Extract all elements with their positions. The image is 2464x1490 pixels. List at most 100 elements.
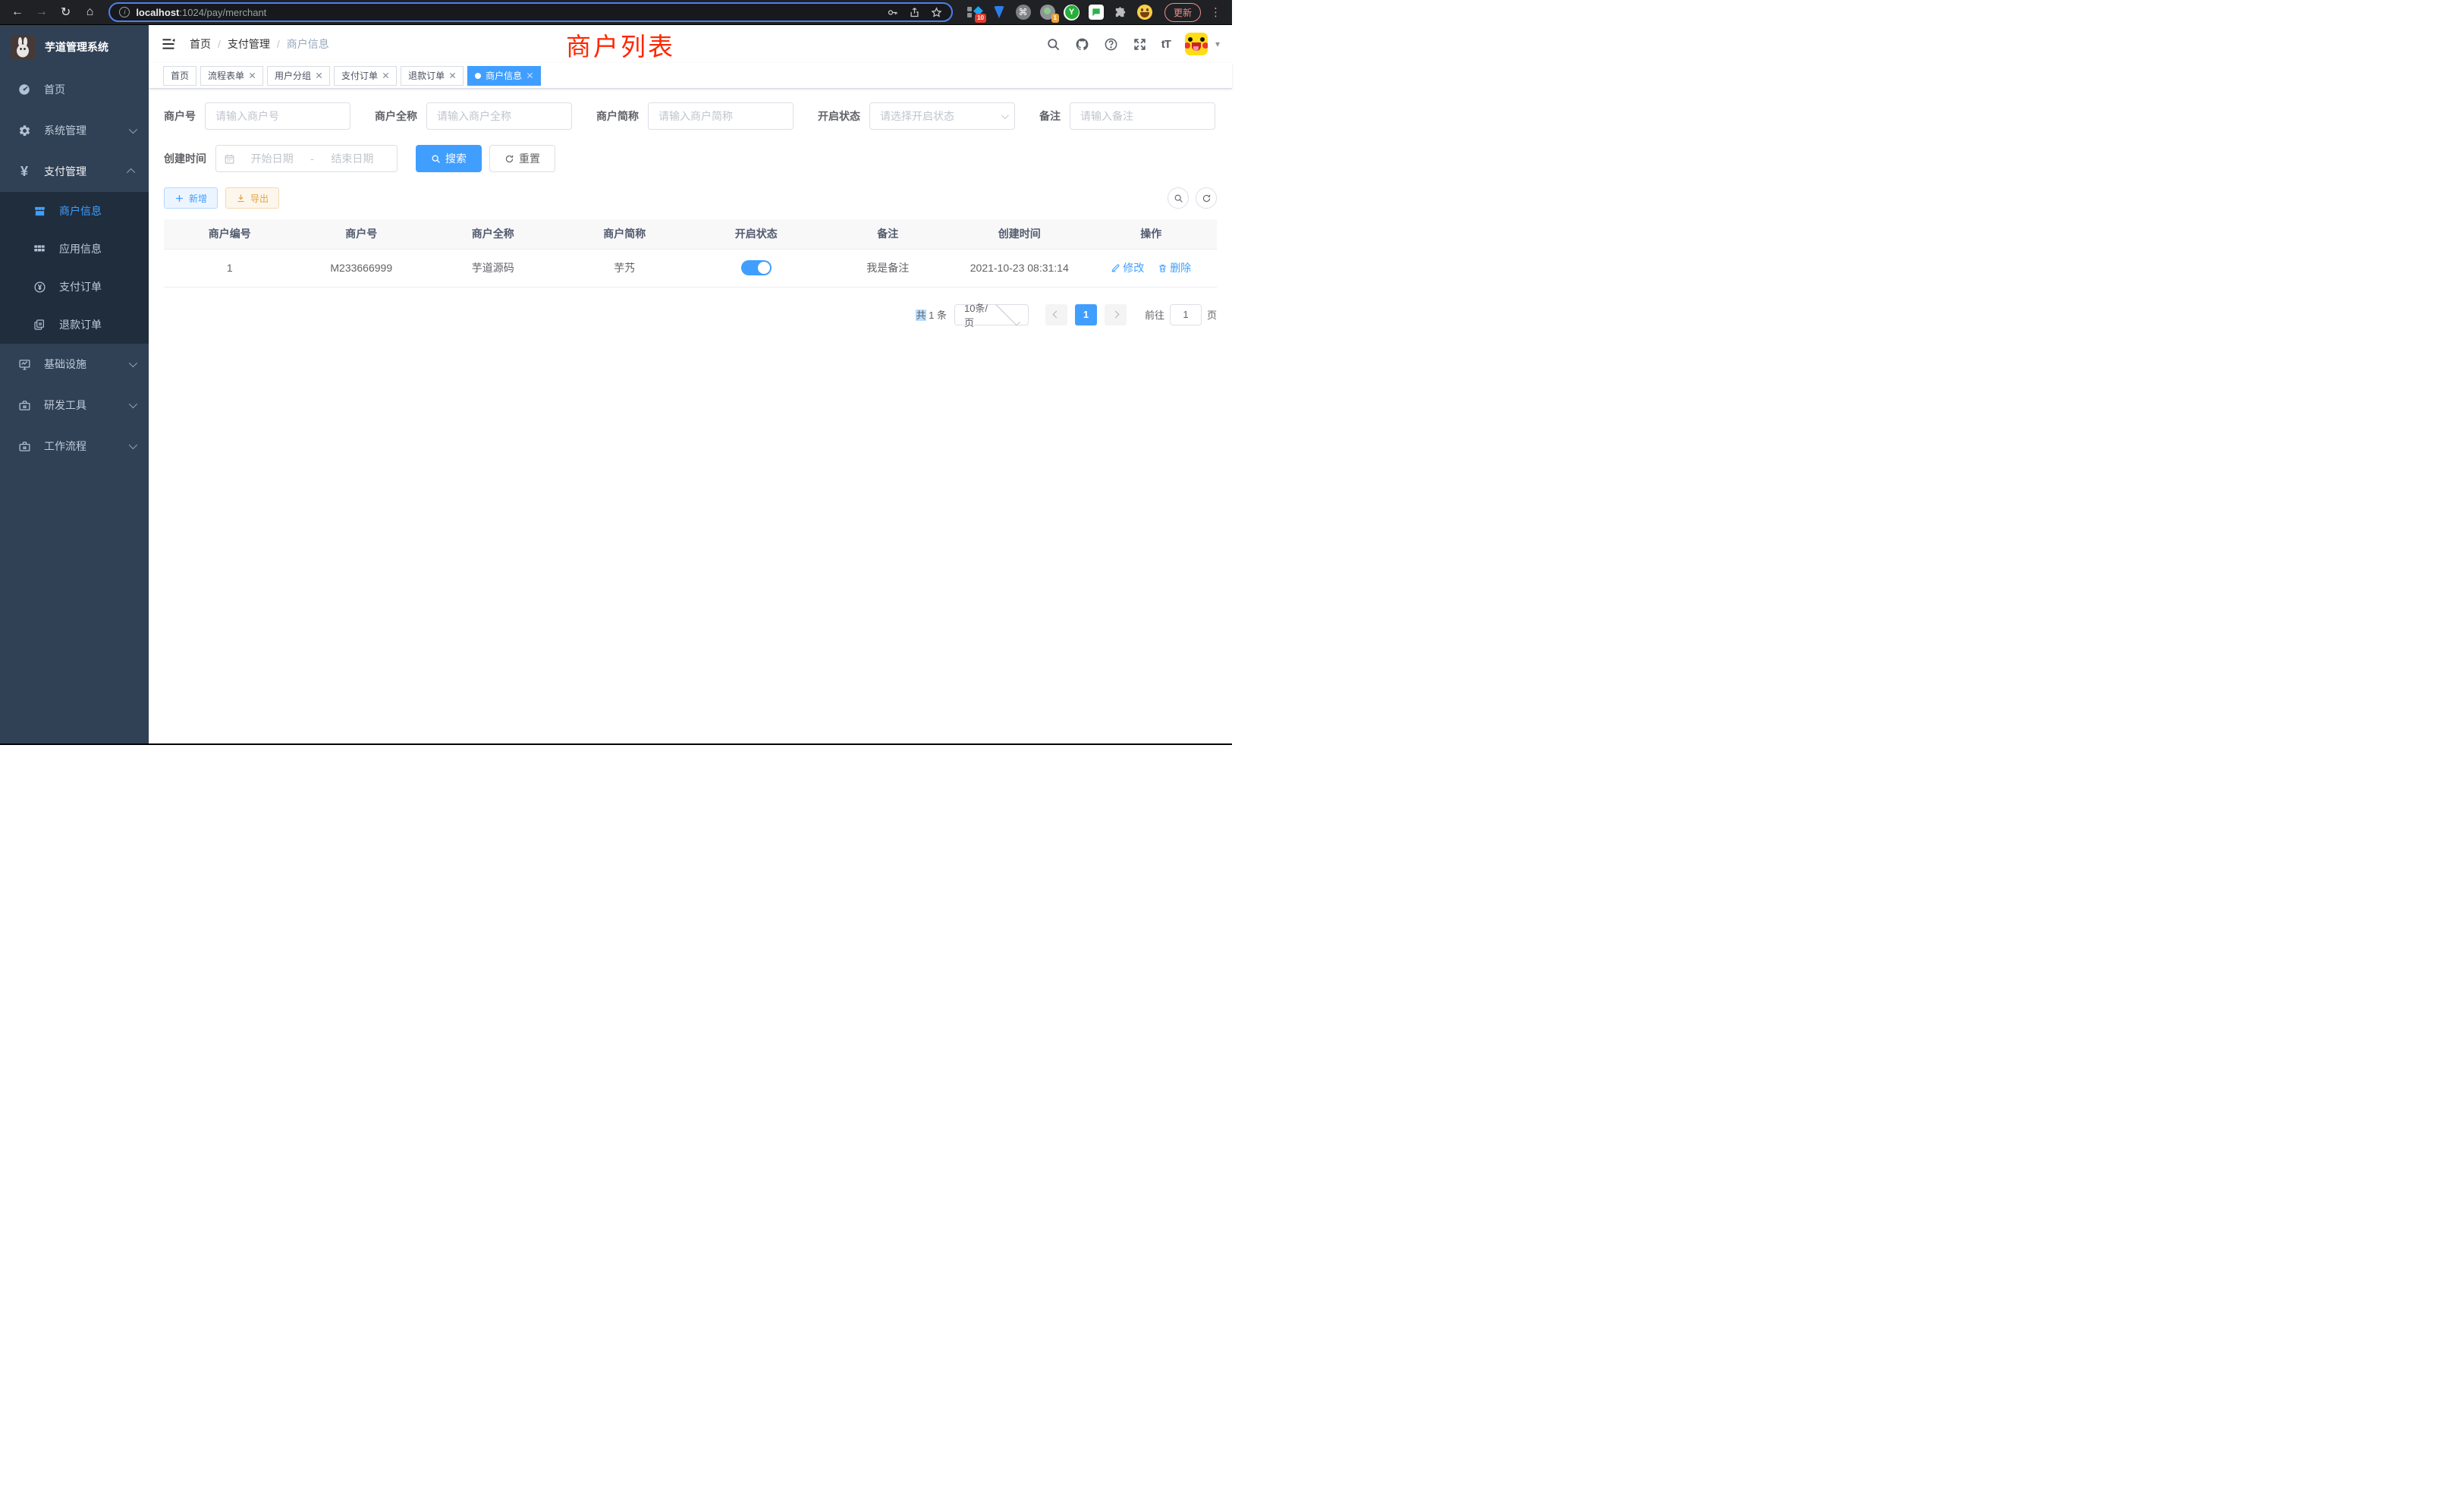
date-range-picker[interactable]: 开始日期 - 结束日期: [215, 145, 398, 172]
star-icon[interactable]: [931, 7, 942, 18]
extension-spintop-icon[interactable]: [991, 5, 1007, 20]
prev-page-button[interactable]: [1045, 304, 1067, 325]
date-end-placeholder: 结束日期: [316, 151, 389, 166]
url-bar[interactable]: i localhost:1024/pay/merchant: [108, 2, 953, 22]
page-size-select[interactable]: 10条/页: [954, 304, 1029, 325]
puzzle-icon[interactable]: [1112, 5, 1128, 20]
extension-y-icon[interactable]: Y: [1064, 5, 1080, 20]
tab-process-form[interactable]: 流程表单: [200, 66, 263, 86]
grid-icon: [30, 243, 49, 255]
sidebar-fold-icon[interactable]: [161, 36, 178, 52]
sidebar-item-refund-order[interactable]: 退款订单: [0, 306, 149, 344]
avatar[interactable]: [1185, 33, 1208, 55]
extension-badge: 10: [975, 14, 986, 23]
short-name-label: 商户简称: [596, 108, 639, 124]
status-select[interactable]: 请选择开启状态: [869, 102, 1015, 130]
tab-refund-order[interactable]: 退款订单: [401, 66, 464, 86]
search-icon[interactable]: [1046, 37, 1061, 52]
breadcrumb-separator: /: [218, 38, 221, 50]
close-icon[interactable]: [449, 72, 456, 79]
extension-command-icon[interactable]: ⌘: [1015, 5, 1031, 20]
cell-actions: 修改 删除: [1086, 249, 1218, 287]
show-search-button[interactable]: [1168, 187, 1189, 209]
tab-home[interactable]: 首页: [163, 66, 196, 86]
sidebar-item-app-info[interactable]: 应用信息: [0, 230, 149, 268]
tab-pay-order[interactable]: 支付订单: [334, 66, 397, 86]
extension-chat-icon[interactable]: [1088, 5, 1104, 20]
add-button[interactable]: 新增: [164, 187, 218, 209]
merchant-no-input[interactable]: [205, 102, 350, 130]
help-icon[interactable]: [1104, 37, 1118, 52]
chevron-right-icon: [1112, 311, 1120, 319]
export-button[interactable]: 导出: [225, 187, 279, 209]
browser-menu-icon[interactable]: ⋮: [1207, 5, 1224, 19]
extension-badge: 1: [1051, 14, 1059, 23]
search-button[interactable]: 搜索: [416, 145, 482, 172]
command-glyph: ⌘: [1016, 5, 1031, 20]
close-icon[interactable]: [382, 72, 389, 79]
content: 商户号 商户全称 商户简称 开启状态 请选择开启状态: [149, 89, 1232, 743]
reload-icon[interactable]: ↻: [56, 2, 76, 22]
sidebar-item-dev-tools[interactable]: 研发工具: [0, 385, 149, 426]
tab-merchant-info[interactable]: 商户信息: [467, 66, 541, 86]
reset-button[interactable]: 重置: [489, 145, 555, 172]
sidebar-item-infra[interactable]: 基础设施: [0, 344, 149, 385]
sidebar-item-merchant-info[interactable]: 商户信息: [0, 192, 149, 230]
toolbox-icon: [15, 440, 33, 453]
sidebar-item-home[interactable]: 首页: [0, 69, 149, 110]
status-toggle[interactable]: [741, 260, 772, 275]
edit-link[interactable]: 修改: [1111, 260, 1144, 275]
refresh-icon: [1202, 193, 1212, 203]
goto-page-input[interactable]: [1170, 304, 1202, 325]
toolbar: 新增 导出: [164, 187, 1217, 209]
sidebar-item-workflow[interactable]: 工作流程: [0, 426, 149, 467]
tab-user-group[interactable]: 用户分组: [267, 66, 330, 86]
github-icon[interactable]: [1075, 37, 1089, 52]
plus-icon: [174, 193, 184, 203]
sidebar-item-system[interactable]: 系统管理: [0, 110, 149, 151]
fullscreen-icon[interactable]: [1133, 37, 1147, 52]
navbar: 首页 / 支付管理 / 商户信息 tT ▾: [149, 25, 1232, 63]
close-icon[interactable]: [249, 72, 256, 79]
sidebar-logo-row[interactable]: 芋道管理系统: [0, 25, 149, 69]
full-name-input[interactable]: [426, 102, 572, 130]
current-page-button[interactable]: 1: [1075, 304, 1097, 325]
url-text[interactable]: localhost:1024/pay/merchant: [136, 7, 266, 18]
monitor-chart-icon: [15, 358, 33, 371]
url-path: :1024/pay/merchant: [179, 7, 266, 18]
close-icon[interactable]: [526, 72, 533, 79]
caret-down-icon[interactable]: ▾: [1215, 39, 1220, 49]
extension-diamond-icon[interactable]: 10: [966, 5, 982, 20]
sidebar-item-pay[interactable]: ¥ 支付管理: [0, 151, 149, 192]
chevron-down-icon: [129, 441, 137, 449]
close-icon[interactable]: [316, 72, 322, 79]
chevron-down-icon: [996, 301, 1020, 325]
refresh-table-button[interactable]: [1196, 187, 1217, 209]
delete-link[interactable]: 删除: [1158, 260, 1191, 275]
font-size-icon[interactable]: tT: [1161, 38, 1171, 51]
sidebar-item-pay-order[interactable]: 支付订单: [0, 268, 149, 306]
home-icon[interactable]: ⌂: [80, 2, 99, 22]
browser-chrome: ← → ↻ ⌂ i localhost:1024/pay/merchant 10…: [0, 0, 1232, 25]
date-start-placeholder: 开始日期: [235, 151, 309, 166]
back-icon[interactable]: ←: [8, 2, 27, 22]
status-select-placeholder: 请选择开启状态: [880, 108, 1001, 124]
remark-input[interactable]: [1070, 102, 1215, 130]
cell-merchant-id: 1: [164, 249, 296, 287]
forward-icon[interactable]: →: [32, 2, 52, 22]
breadcrumb-home[interactable]: 首页: [190, 36, 211, 52]
breadcrumb-pay[interactable]: 支付管理: [228, 36, 270, 52]
emoji-extension-icon[interactable]: [1136, 5, 1152, 20]
total-rest: 1 条: [926, 310, 947, 321]
key-icon[interactable]: [887, 7, 898, 18]
next-page-button[interactable]: [1105, 304, 1127, 325]
share-icon[interactable]: [909, 7, 920, 18]
reset-button-label: 重置: [519, 151, 540, 166]
browser-update-button[interactable]: 更新: [1164, 3, 1201, 22]
extension-recorder-icon[interactable]: 1: [1039, 5, 1055, 20]
shop-icon: [30, 205, 49, 218]
chevron-down-icon: [129, 125, 137, 134]
short-name-input[interactable]: [648, 102, 794, 130]
info-icon[interactable]: i: [119, 7, 130, 17]
tab-label: 流程表单: [208, 69, 244, 82]
